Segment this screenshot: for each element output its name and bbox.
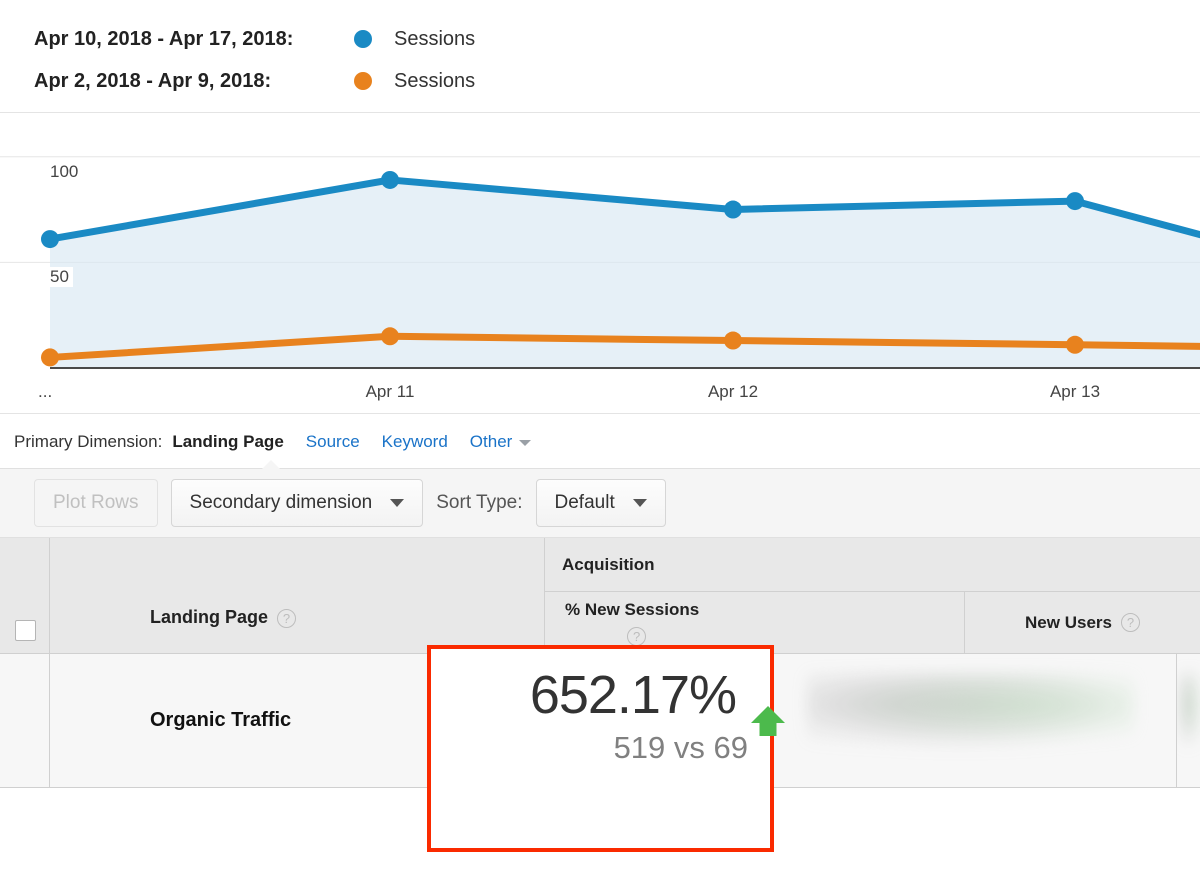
primary-dimension-bar: Primary Dimension: Landing Page Source K… <box>0 414 1200 468</box>
column-group-acquisition: Acquisition % New Sessions ? New Users ? <box>545 538 1200 653</box>
primary-dimension-label: Primary Dimension: <box>14 432 163 451</box>
column-header-landing-page[interactable]: Landing Page ? <box>50 538 545 653</box>
x-axis-tick-3: Apr 13 <box>1049 382 1101 401</box>
legend-row: Apr 2, 2018 - Apr 9, 2018: Sessions <box>34 60 1200 102</box>
chevron-down-icon <box>632 499 647 507</box>
column-header-landing-page-label: Landing Page <box>150 607 269 627</box>
y-axis-tick-100: 100 <box>50 161 83 182</box>
sort-type-label: Sort Type: <box>436 492 523 513</box>
legend-color-dot-current <box>354 30 372 48</box>
primary-dimension-keyword[interactable]: Keyword <box>382 432 448 452</box>
row-select-cell[interactable] <box>0 654 50 787</box>
x-axis-tick-0: ... <box>38 382 53 401</box>
chart-legend: Apr 10, 2018 - Apr 17, 2018: Sessions Ap… <box>0 0 1200 106</box>
plot-rows-label: Plot Rows <box>53 492 139 513</box>
column-header-pct-new-sessions[interactable]: % New Sessions ? <box>545 592 965 653</box>
secondary-dimension-dropdown[interactable]: Secondary dimension <box>170 479 424 527</box>
legend-date-range-previous: Apr 2, 2018 - Apr 9, 2018: <box>34 69 272 92</box>
chevron-down-icon <box>390 499 405 507</box>
row-pct-new-sessions-cell <box>757 654 1177 787</box>
column-header-pct-new-sessions-label: % New Sessions <box>565 600 700 619</box>
sort-type-value: Default <box>554 492 615 513</box>
chevron-down-icon <box>519 439 532 446</box>
primary-dimension-other-label: Other <box>469 432 513 451</box>
primary-dimension-other[interactable]: Other <box>470 432 532 452</box>
secondary-dimension-label: Secondary dimension <box>189 492 373 513</box>
row-new-users-cell <box>1177 654 1200 787</box>
primary-dimension-source[interactable]: Source <box>306 432 360 452</box>
callout-percent-row: 652.17% <box>431 665 785 736</box>
report-toolbar: Plot Rows Secondary dimension Sort Type:… <box>0 460 1200 538</box>
column-header-new-users-label: New Users <box>1025 612 1112 632</box>
legend-date-range: Apr 10, 2018 - Apr 17, 2018: <box>34 27 294 50</box>
active-dimension-notch <box>262 460 280 469</box>
sort-type-dropdown[interactable]: Default <box>535 479 666 527</box>
primary-dimension-active-landing-page[interactable]: Landing Page <box>172 432 283 452</box>
redacted-value <box>1179 672 1198 750</box>
legend-metric-label: Sessions <box>394 27 476 50</box>
help-icon[interactable]: ? <box>627 626 647 646</box>
legend-row: Apr 10, 2018 - Apr 17, 2018: Sessions <box>34 18 1200 60</box>
chart-plot-area[interactable] <box>0 113 1200 415</box>
callout-percent-value: 652.17% <box>529 665 737 725</box>
column-header-new-users[interactable]: New Users ? <box>965 592 1200 653</box>
column-group-acquisition-label: Acquisition <box>545 538 1200 592</box>
y-axis-tick-50: 50 <box>50 267 73 288</box>
select-all-cell[interactable] <box>0 538 50 653</box>
help-icon[interactable]: ? <box>1120 613 1140 632</box>
legend-metric-label-previous: Sessions <box>394 69 476 92</box>
help-icon[interactable]: ? <box>277 609 297 628</box>
legend-color-dot-previous <box>354 72 372 90</box>
x-axis-tick-2: Apr 12 <box>707 382 759 401</box>
redacted-value <box>807 672 1135 750</box>
plot-rows-button[interactable]: Plot Rows <box>34 479 158 527</box>
acquisition-subcolumns: % New Sessions ? New Users ? <box>545 592 1200 653</box>
select-all-checkbox[interactable] <box>15 620 36 641</box>
sessions-line-chart[interactable]: 100 50 ... Apr 11 Apr 12 Apr 13 <box>0 112 1200 414</box>
highlight-callout-box: 652.17% 519 vs 69 <box>427 645 785 852</box>
x-axis-tick-1: Apr 11 <box>365 382 415 401</box>
callout-comparison: 519 vs 69 <box>613 729 748 765</box>
table-header-row: Landing Page ? Acquisition % New Session… <box>0 538 1200 654</box>
